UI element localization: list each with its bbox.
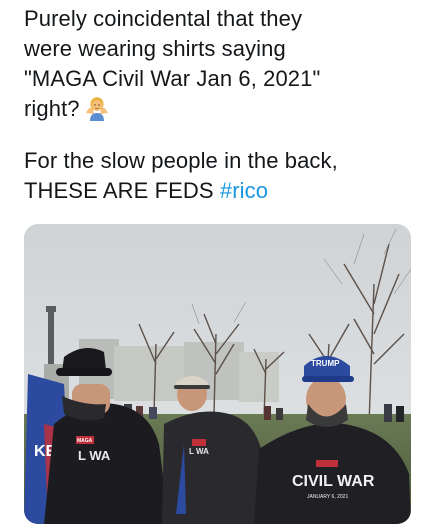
shirt-badge: MAGA [77,438,93,444]
tweet-text: Purely coincidental that they were weari… [24,4,424,206]
tweet-paragraph-1: Purely coincidental that they were weari… [24,4,424,124]
shirt-text-right: CIVIL WAR [292,473,375,490]
tweet-photo[interactable]: KE MAGA L WA L WA TRUMP CIVIL WAR JANUAR… [24,224,411,524]
tweet-line: "MAGA Civil War Jan 6, 2021" [24,66,321,91]
tweet-line-with-emoji: right? [24,94,424,124]
shirt-text-left: L WA [78,448,111,463]
man-shrugging-emoji-icon [84,95,110,121]
shirt-text-middle: L WA [189,447,209,456]
hat-text: TRUMP [311,359,340,368]
shirt-subtext-right: JANUARY 6, 2021 [307,494,348,500]
tweet-line: For the slow people in the back, [24,148,338,173]
tweet-line: Purely coincidental that they [24,6,303,31]
hashtag-link[interactable]: #rico [220,178,268,203]
tweet-line: THESE ARE FEDS [24,178,220,203]
tweet-paragraph-2: For the slow people in the back, THESE A… [24,146,424,206]
tweet-line: were wearing shirts saying [24,36,286,61]
tweet-line-with-hashtag: THESE ARE FEDS #rico [24,176,424,206]
tweet-line: right? [24,96,80,121]
